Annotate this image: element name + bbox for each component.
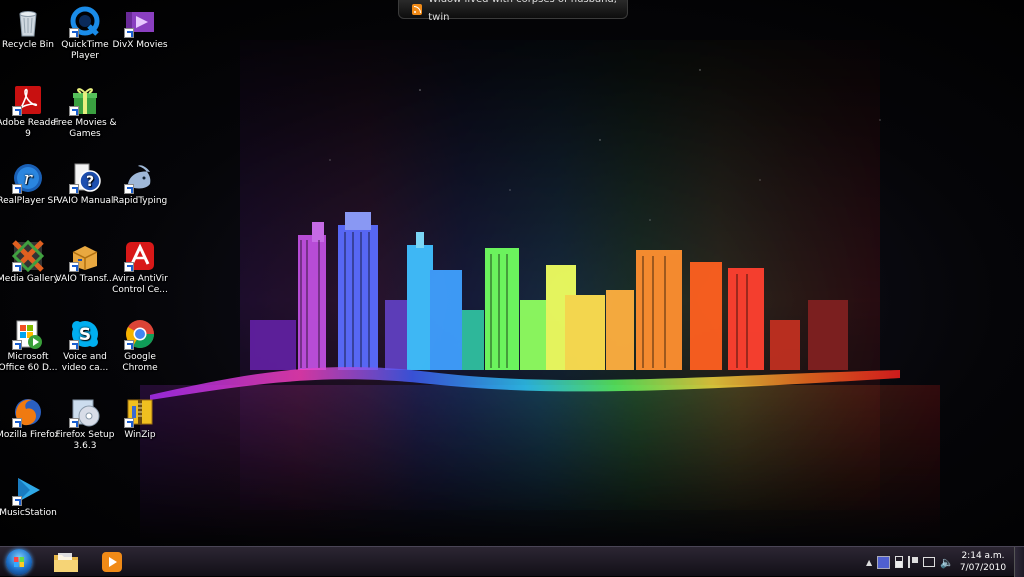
firefox-setup-icon bbox=[69, 396, 101, 428]
desktop-icon-adobe-reader[interactable]: Adobe Reader 9 bbox=[0, 84, 60, 140]
recycle-bin-icon bbox=[12, 6, 44, 38]
svg-text:r: r bbox=[24, 169, 33, 189]
adobe-reader-icon bbox=[12, 84, 44, 116]
icon-label: Recycle Bin bbox=[2, 40, 54, 50]
desktop-icon-divx-movies[interactable]: DivX Movies bbox=[108, 6, 172, 51]
news-feed-gadget[interactable]: Widow lived with corpses of husband, twi… bbox=[398, 0, 628, 23]
svg-text:?: ? bbox=[86, 174, 94, 190]
icon-label: Adobe Reader 9 bbox=[0, 118, 60, 139]
svg-text:S: S bbox=[79, 325, 91, 345]
icon-label: MusicStation bbox=[0, 508, 57, 518]
vaio-manual-icon: ? bbox=[69, 162, 101, 194]
tray-flag-icon[interactable] bbox=[908, 556, 919, 568]
media-player-icon bbox=[102, 551, 122, 572]
taskbar: ▲ 🔈 2:14 a.m. 7/07/2010 bbox=[0, 546, 1024, 577]
clock-time: 2:14 a.m. bbox=[961, 551, 1005, 561]
vaio-transfer-icon bbox=[69, 240, 101, 272]
desktop-icon-free-movies-games[interactable]: Free Movies & Games bbox=[53, 84, 117, 140]
icon-label: Google Chrome bbox=[122, 352, 158, 373]
firefox-icon bbox=[12, 396, 44, 428]
desktop-icon-musicstation[interactable]: MusicStation bbox=[0, 474, 60, 519]
desktop-icon-mozilla-firefox[interactable]: Mozilla Firefox bbox=[0, 396, 60, 441]
taskbar-clock[interactable]: 2:14 a.m. 7/07/2010 bbox=[955, 550, 1011, 574]
start-button[interactable] bbox=[2, 548, 36, 576]
taskbar-button-explorer[interactable] bbox=[46, 548, 86, 575]
avira-icon bbox=[124, 240, 156, 272]
tray-battery-icon[interactable] bbox=[895, 556, 904, 568]
winzip-icon bbox=[124, 396, 156, 428]
clock-date: 7/07/2010 bbox=[959, 563, 1007, 573]
desktop-icon-microsoft-office[interactable]: Microsoft Office 60 D... bbox=[0, 318, 60, 374]
windows-start-icon bbox=[6, 549, 32, 575]
desktop-icon-recycle-bin[interactable]: Recycle Bin bbox=[0, 6, 60, 51]
chrome-icon bbox=[124, 318, 156, 350]
tray-chevron-icon[interactable]: ▲ bbox=[866, 558, 872, 567]
office-trial-icon bbox=[12, 318, 44, 350]
quicktime-icon bbox=[69, 6, 101, 38]
icon-label: RapidTyping bbox=[112, 196, 168, 206]
realplayer-icon: r bbox=[12, 162, 44, 194]
icon-label: Microsoft Office 60 D... bbox=[0, 352, 58, 373]
tray-app-icon[interactable] bbox=[877, 555, 891, 569]
desktop-icon-avira[interactable]: Avira AntiVir Control Ce... bbox=[108, 240, 172, 296]
system-tray: ▲ 🔈 bbox=[866, 547, 954, 577]
tray-volume-icon[interactable]: 🔈 bbox=[940, 557, 954, 568]
icon-label: DivX Movies bbox=[112, 40, 168, 50]
icon-label: Media Gallery bbox=[0, 274, 59, 284]
rss-icon bbox=[412, 3, 423, 15]
desktop-icon-rapidtyping[interactable]: RapidTyping bbox=[108, 162, 172, 207]
tray-network-icon[interactable] bbox=[923, 557, 936, 567]
divx-movies-icon bbox=[124, 6, 156, 38]
icon-label: RealPlayer SP bbox=[0, 196, 59, 206]
gift-box-icon bbox=[69, 84, 101, 116]
taskbar-button-media-player[interactable] bbox=[92, 548, 132, 575]
icon-label: Avira AntiVir Control Ce... bbox=[112, 274, 168, 295]
desktop-icon-media-gallery[interactable]: Media Gallery bbox=[0, 239, 60, 285]
desktop-icon-google-chrome[interactable]: Google Chrome bbox=[108, 318, 172, 374]
feed-headline[interactable]: Widow lived with corpses of husband, twi… bbox=[428, 0, 627, 27]
show-desktop-button[interactable] bbox=[1014, 547, 1024, 577]
icon-label: WinZip bbox=[124, 430, 156, 440]
rapidtyping-icon bbox=[124, 162, 156, 194]
folder-icon bbox=[54, 552, 78, 572]
desktop[interactable]: Widow lived with corpses of husband, twi… bbox=[0, 0, 1024, 546]
icon-label: Mozilla Firefox bbox=[0, 430, 60, 440]
desktop-icon-winzip[interactable]: WinZip bbox=[108, 396, 172, 441]
skype-icon: S bbox=[69, 318, 101, 350]
media-gallery-icon bbox=[11, 239, 45, 273]
desktop-icon-realplayer[interactable]: r RealPlayer SP bbox=[0, 162, 60, 207]
musicstation-icon bbox=[12, 474, 44, 506]
icon-label: Free Movies & Games bbox=[53, 118, 117, 139]
